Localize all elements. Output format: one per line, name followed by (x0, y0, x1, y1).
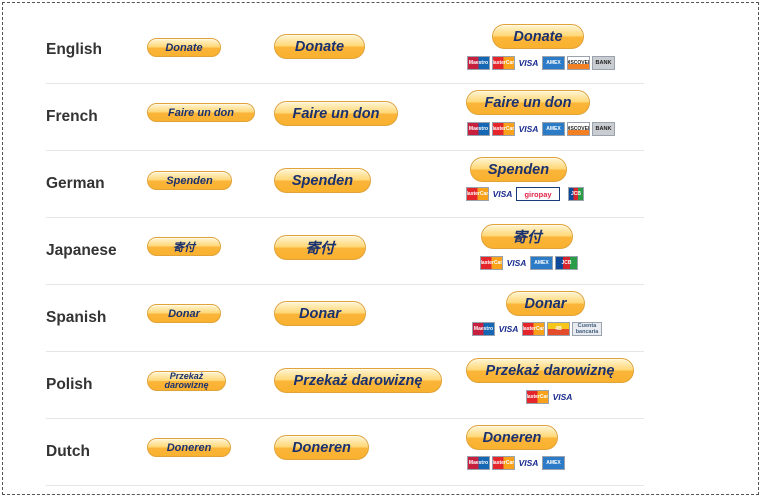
donate-button-large[interactable]: 寄付 (481, 224, 573, 249)
amex-card-icon: AMEX (530, 256, 553, 270)
mastercard-card-icon: MasterCard (492, 122, 515, 136)
amex-card-icon: AMEX (542, 122, 565, 136)
language-label: German (46, 175, 105, 192)
accepted-cards: Maestro VISA MasterCard 4B Cuenta bancar… (472, 322, 602, 336)
bank-account-icon: Cuenta bancaria (572, 322, 602, 336)
row-english: English Donate Donate Donate Maestro Mas… (46, 17, 644, 84)
row-spanish: Spanish Donar Donar Donar Maestro VISA M… (46, 285, 644, 352)
donate-button-large[interactable]: Spenden (470, 157, 567, 182)
amex-card-icon: AMEX (542, 56, 565, 70)
visa-card-icon: VISA (517, 456, 540, 470)
bank-icon: BANK (592, 56, 615, 70)
visa-card-icon: VISA (505, 256, 528, 270)
language-label: English (46, 41, 102, 58)
accepted-cards: Maestro MasterCard VISA AMEX (467, 456, 565, 470)
row-polish: Polish Przekaż darowiznę Przekaż darowiz… (46, 352, 644, 419)
row-french: French Faire un don Faire un don Faire u… (46, 84, 644, 151)
discover-card-icon: DISCOVER (567, 56, 590, 70)
language-label: Spanish (46, 309, 107, 326)
donate-button-medium[interactable]: Spenden (274, 168, 371, 193)
row-german: German Spenden Spenden Spenden MasterCar… (46, 151, 644, 218)
donate-button-small[interactable]: Spenden (147, 171, 232, 190)
donate-button-small[interactable]: Przekaż darowiznę (147, 371, 226, 391)
maestro-card-icon: Maestro (467, 56, 490, 70)
visa-card-icon: VISA (551, 390, 574, 404)
mastercard-card-icon: MasterCard (466, 187, 489, 201)
visa-card-icon: VISA (517, 122, 540, 136)
language-label: French (46, 108, 98, 125)
donate-button-small[interactable]: Faire un don (147, 103, 255, 122)
donate-button-large[interactable]: Przekaż darowiznę (466, 358, 634, 383)
amex-card-icon: AMEX (542, 456, 565, 470)
row-japanese: Japanese 寄付 寄付 寄付 MasterCard VISA AMEX J… (46, 218, 644, 285)
accepted-cards: MasterCard VISA giropay JCB (466, 187, 584, 201)
donate-button-medium[interactable]: Donar (274, 301, 366, 326)
bank-icon: BANK (592, 122, 615, 136)
accepted-cards: Maestro MasterCard VISA AMEX DISCOVER BA… (467, 122, 615, 136)
donate-button-medium[interactable]: Faire un don (274, 101, 398, 126)
mastercard-card-icon: MasterCard (526, 390, 549, 404)
donate-button-small[interactable]: Donate (147, 38, 221, 57)
visa-card-icon: VISA (517, 56, 540, 70)
jcb-card-icon: JCB (568, 187, 584, 201)
language-label: Dutch (46, 443, 90, 460)
mastercard-card-icon: MasterCard (522, 322, 545, 336)
accepted-cards: Maestro MasterCard VISA AMEX DISCOVER BA… (467, 56, 615, 70)
donate-button-medium[interactable]: Doneren (274, 435, 369, 460)
giropay-icon: giropay (516, 187, 560, 201)
maestro-card-icon: Maestro (467, 122, 490, 136)
discover-card-icon: DISCOVER (567, 122, 590, 136)
mastercard-card-icon: MasterCard (480, 256, 503, 270)
visa-card-icon: VISA (491, 187, 514, 201)
donate-button-medium[interactable]: 寄付 (274, 235, 366, 260)
maestro-card-icon: Maestro (467, 456, 490, 470)
donate-button-medium[interactable]: Donate (274, 34, 365, 59)
donate-button-large[interactable]: Donar (506, 291, 585, 316)
jcb-card-icon: JCB (555, 256, 578, 270)
mastercard-card-icon: MasterCard (492, 56, 515, 70)
donate-button-small[interactable]: Donar (147, 304, 221, 323)
row-dutch: Dutch Doneren Doneren Doneren Maestro Ma… (46, 419, 644, 486)
language-label: Polish (46, 376, 93, 393)
donate-button-small[interactable]: 寄付 (147, 237, 221, 256)
accepted-cards: MasterCard VISA (526, 390, 574, 404)
donate-button-large[interactable]: Doneren (466, 425, 558, 450)
donate-button-small[interactable]: Doneren (147, 438, 231, 457)
mastercard-card-icon: MasterCard (492, 456, 515, 470)
4b-card-icon: 4B (547, 322, 570, 336)
maestro-card-icon: Maestro (472, 322, 495, 336)
donate-button-medium[interactable]: Przekaż darowiznę (274, 368, 442, 393)
accepted-cards: MasterCard VISA AMEX JCB (480, 256, 578, 270)
visa-card-icon: VISA (497, 322, 520, 336)
language-label: Japanese (46, 242, 117, 259)
donate-button-large[interactable]: Faire un don (466, 90, 590, 115)
donate-button-large[interactable]: Donate (492, 24, 584, 49)
